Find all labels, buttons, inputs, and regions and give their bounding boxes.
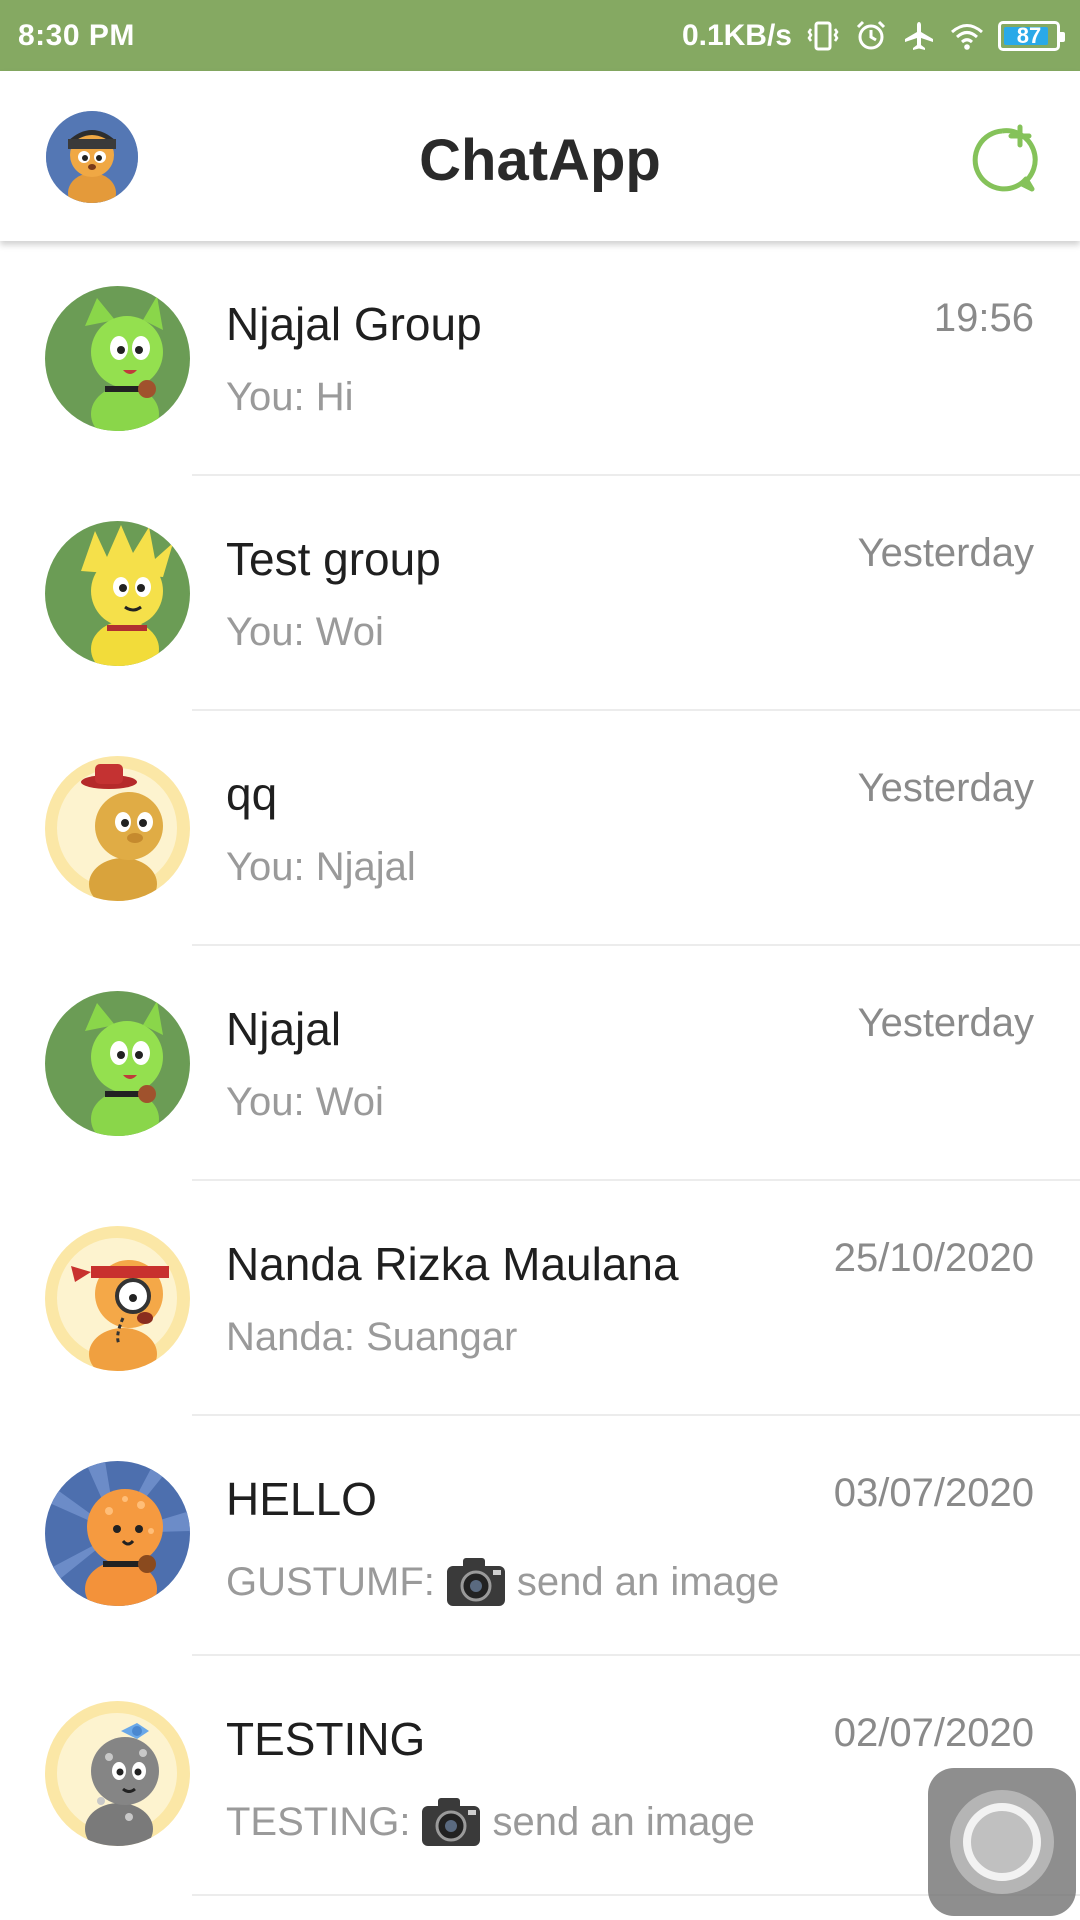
airplane-mode-icon	[905, 21, 933, 50]
chat-sender: GUSTUMF:	[226, 1559, 435, 1604]
chat-sender: You:	[226, 1080, 305, 1124]
new-chat-button[interactable]	[964, 123, 1040, 199]
chat-sender: TESTING:	[226, 1799, 411, 1844]
chat-message: Suangar	[366, 1315, 518, 1359]
chat-row[interactable]: Test group You: Woi Yesterday	[0, 476, 1080, 711]
assistive-touch-ring	[950, 1790, 1054, 1894]
chat-message: Hi	[315, 375, 354, 419]
chat-message: send an image	[492, 1799, 755, 1844]
chat-row[interactable]: TESTING TESTING: send an image 02/07/202…	[0, 1656, 1080, 1896]
chat-preview: You: Woi	[226, 610, 384, 655]
status-time: 8:30 PM	[18, 18, 135, 52]
assistive-touch-core	[963, 1803, 1041, 1881]
chat-message: Woi	[315, 1080, 384, 1124]
chat-name: Test group	[226, 533, 441, 585]
chat-row[interactable]: HELLO GUSTUMF: send an image 03/07/2020	[0, 1416, 1080, 1656]
chat-name: TESTING	[226, 1713, 426, 1765]
chat-sender: Nanda:	[226, 1315, 355, 1359]
camera-icon	[422, 1798, 481, 1846]
assistive-touch-button[interactable]	[928, 1768, 1076, 1916]
chat-row[interactable]: Nanda Rizka Maulana Nanda: Suangar 25/10…	[0, 1181, 1080, 1416]
chat-sender: You:	[226, 375, 305, 419]
chat-row[interactable]: qq You: Njajal Yesterday	[0, 711, 1080, 946]
chat-name: Njajal Group	[226, 298, 482, 350]
chat-row[interactable]: Njajal Group You: Hi 19:56	[0, 241, 1080, 476]
chat-preview: You: Hi	[226, 375, 354, 420]
camera-icon	[446, 1558, 505, 1606]
chat-time: Yesterday	[857, 766, 1034, 810]
green-cat-avatar	[45, 991, 190, 1136]
chat-time: 03/07/2020	[833, 1471, 1034, 1515]
chat-time: Yesterday	[857, 531, 1034, 575]
chat-preview: You: Woi	[226, 1080, 384, 1125]
chat-time: 25/10/2020	[833, 1236, 1034, 1280]
chat-name: Njajal	[226, 1003, 342, 1055]
app-bar: ChatApp	[0, 71, 1080, 241]
battery-icon: 87	[998, 20, 1065, 51]
chat-time: Yesterday	[857, 1001, 1034, 1045]
hat-cat-avatar	[45, 756, 190, 901]
new-chat-icon	[972, 124, 1038, 192]
vibrate-icon	[807, 21, 839, 50]
status-bar: 8:30 PM 0.1KB/s 87	[0, 0, 1080, 71]
chat-sender: You:	[226, 845, 305, 889]
monocle-cat-avatar	[45, 1226, 190, 1371]
chat-list: Njajal Group You: Hi 19:56 Test group Yo…	[0, 241, 1080, 1896]
app-title: ChatApp	[419, 128, 661, 193]
chat-message: send an image	[516, 1559, 780, 1604]
green-cat-avatar	[45, 286, 190, 431]
orange-spotted-cat-avatar	[45, 1461, 190, 1606]
chat-time: 19:56	[933, 296, 1034, 340]
wifi-icon	[951, 23, 983, 50]
chat-preview: GUSTUMF: send an image	[226, 1556, 779, 1608]
battery-level: 87	[1016, 22, 1042, 48]
chat-message: Njajal	[315, 845, 416, 889]
chat-preview: Nanda: Suangar	[226, 1315, 517, 1360]
gray-bow-cat-avatar	[45, 1701, 190, 1846]
yellow-spiky-cat-avatar	[45, 521, 190, 666]
chat-preview: TESTING: send an image	[226, 1796, 755, 1848]
network-speed: 0.1KB/s	[681, 18, 792, 52]
alarm-icon	[856, 20, 886, 49]
chat-sender: You:	[226, 610, 305, 654]
chat-time: 02/07/2020	[833, 1711, 1034, 1755]
chat-name: qq	[226, 768, 278, 820]
chat-row[interactable]: Njajal You: Woi Yesterday	[0, 946, 1080, 1181]
chat-name: HELLO	[226, 1473, 377, 1525]
status-icons: 0.1KB/s 87	[681, 18, 1065, 53]
chat-name: Nanda Rizka Maulana	[226, 1238, 679, 1290]
chat-message: Woi	[315, 610, 384, 654]
chat-preview: You: Njajal	[226, 845, 416, 890]
